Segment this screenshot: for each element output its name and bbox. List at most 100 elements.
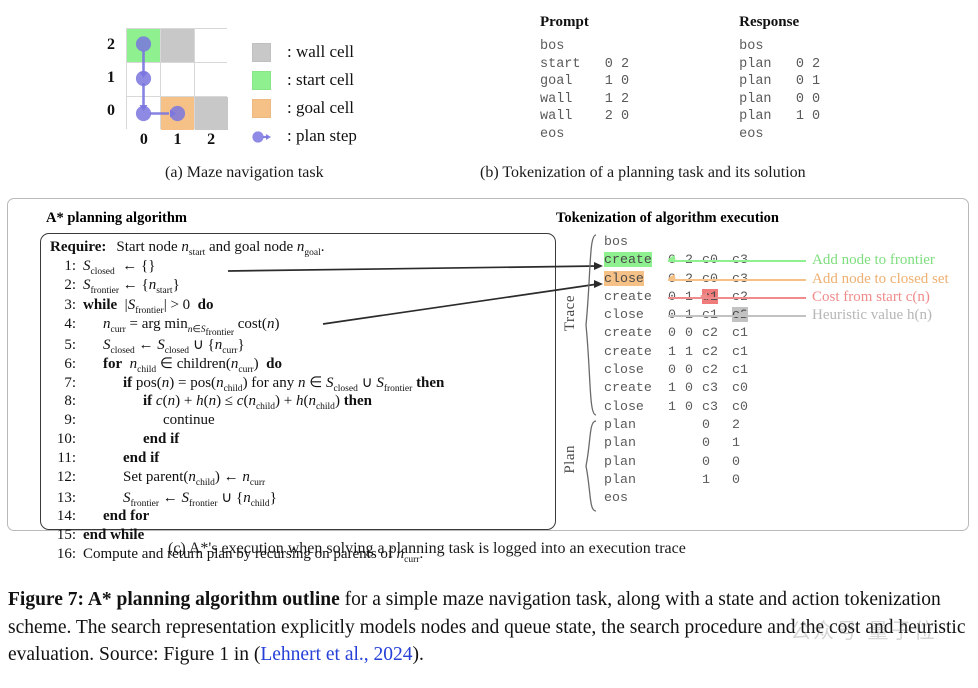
algorithm-line-number: 11: [57, 450, 76, 467]
algorithm-line-number: 15: [56, 526, 76, 543]
plan-token-row: plan 1 0 [604, 471, 964, 489]
legend-item: : plan step [252, 122, 357, 150]
token-op: close [604, 398, 644, 414]
token-arg: 1 [668, 380, 676, 396]
token-arg: c3 [702, 398, 718, 414]
token-arg: c0 [732, 398, 748, 414]
y-tick-label: 0 [107, 102, 115, 119]
token-arg: c2 [702, 343, 718, 359]
prompt-header: Prompt [540, 14, 589, 30]
algorithm-line: 1: Sclosed ← {} [50, 258, 560, 277]
maze-legend: : wall cell : start cell : goal cell : p… [252, 38, 357, 150]
y-tick-label: 2 [107, 36, 115, 53]
trace-token-row: create01c1c2Cost from start c(n) [604, 288, 964, 306]
gray-square-swatch-icon [252, 42, 271, 62]
trace-annotation-label: Heuristic value h(n) [812, 307, 932, 324]
token-op: create [604, 251, 668, 269]
highlighted-token: create [604, 252, 652, 268]
annotation-connector-line [668, 260, 806, 263]
trace-group-label: Trace [562, 295, 578, 332]
algorithm-line-body: Set parent(nchild) ← ncurr [123, 469, 266, 489]
annotation-arrowhead-icon [740, 310, 747, 319]
plan-step-dot [135, 36, 152, 52]
algorithm-line-body: end if [143, 430, 180, 447]
algorithm-line-body: Sclosed ← {} [83, 258, 156, 278]
algorithm-line: 9: continue [50, 412, 560, 431]
algorithm-line: 12: Set parent(nchild) ← ncurr [50, 469, 560, 488]
token-op: create [604, 380, 652, 396]
token-arg: 1 [668, 398, 676, 414]
trace-annotation-label: Add node to frontier [812, 252, 935, 269]
plan-token-row: plan 0 1 [604, 434, 964, 452]
annotation-connector-line [668, 315, 806, 318]
algorithm-line-body: end while [83, 526, 145, 543]
algorithm-line: 6: for nchild ∈ children(ncurr) do [50, 354, 560, 376]
plan-step-dot [135, 105, 152, 122]
algorithm-line-body: Sfrontier ← {nstart} [83, 277, 180, 297]
legend-label: : start cell [287, 70, 355, 89]
algorithm-line-number: 8: [64, 392, 76, 409]
token-arg: 0 [702, 435, 710, 451]
trace-rows-container: bos create02c0c3Add node to frontier close… [604, 233, 964, 507]
algorithm-line: 14: end for [50, 508, 560, 527]
algorithm-line: 11: end if [50, 450, 560, 469]
algorithm-line-number: 10: [56, 430, 76, 447]
trace-token-area: Trace Plan bos create02c0c3Add node to fr… [556, 233, 966, 528]
legend-item: : start cell [252, 66, 357, 94]
maze-x-axis: 0 1 2 [127, 131, 228, 149]
token-op: plan [604, 471, 636, 487]
plan-brace-icon [582, 419, 598, 514]
maze-y-axis: 2 1 0 [100, 28, 122, 127]
plan-group-label: Plan [562, 445, 578, 474]
caption-bold-part: A* planning algorithm outline [87, 589, 340, 610]
maze-navigation-panel: 2 1 0 0 1 2 : wall cell: start cell: g… [100, 18, 430, 158]
algorithm-panel-title: A* planning algorithm [46, 210, 187, 226]
algorithm-line-number: 14: [56, 507, 76, 524]
algorithm-line-number: Require: [50, 239, 107, 255]
trace-annotation-label: Cost from start c(n) [812, 288, 930, 305]
figure-label: Figure 7 [8, 589, 78, 610]
trace-token-row: close01c1c2Heuristic value h(n) [604, 306, 964, 324]
token-arg: 1 [685, 343, 693, 359]
algorithm-line-number: 9: [64, 411, 76, 428]
token-op: create [604, 288, 652, 304]
token-arg: 0 [685, 398, 693, 414]
token-op: plan [604, 435, 636, 451]
algorithm-line: 4: ncurr = arg minn∈Sfrontier cost(n) [50, 316, 560, 338]
token-arg: 0 [685, 362, 693, 378]
token-op: bos [604, 234, 628, 249]
token-arg: 0 [685, 325, 693, 341]
algorithm-line-number: 1: [64, 258, 76, 275]
algorithm-line-body: Sclosed ← Sclosed ∪ {ncurr} [103, 336, 245, 356]
plan-step-dot [135, 70, 152, 87]
prompt-column: Prompt bos start 0 2 goal 1 0 wall 1 2 w… [540, 14, 629, 144]
trace-token-row: close 0 0 c2 c1 [604, 361, 964, 379]
token-arg: c0 [732, 380, 748, 396]
prompt-token-lines: bos start 0 2 goal 1 0 wall 1 2 wall 2 0… [540, 39, 630, 142]
orange-square-swatch-icon [252, 98, 271, 118]
response-column: Response bos plan 0 2 plan 0 1 plan 0 0 … [739, 14, 820, 144]
trace-token-row: create 1 0 c3 c0 [604, 379, 964, 397]
algorithm-line: 13: Sfrontier ← Sfrontier ∪ {nchild} [50, 488, 560, 509]
trace-token-row: create 0 0 c2 c1 [604, 324, 964, 342]
trace-token-row: create02c0c3Add node to frontier [604, 251, 964, 269]
annotation-connector-line [668, 278, 806, 281]
plan-step-dot [169, 105, 186, 122]
response-header: Response [739, 14, 800, 30]
response-token-lines: bos plan 0 2 plan 0 1 plan 0 0 plan 1 0 … [739, 39, 821, 142]
citation-link[interactable]: Lehnert et al., 2024 [260, 644, 412, 665]
green-square-swatch-icon [252, 70, 271, 90]
token-arg: c1 [732, 343, 748, 359]
plan-path-overlay [135, 36, 186, 122]
algorithm-line: 10: end if [50, 431, 560, 450]
algorithm-line-body: if c(n) + h(n) ≤ c(nchild) + h(nchild) t… [143, 392, 373, 412]
token-arg: 0 [668, 362, 676, 378]
subcaption-c: (c) A*'s execution when solving a planni… [168, 540, 686, 557]
token-op: create [604, 343, 652, 359]
token-arg: 0 [702, 416, 710, 432]
token-op: plan [604, 416, 636, 432]
caption-body-2: ). [412, 644, 424, 665]
watermark-text: 公众号 量子位 [790, 619, 937, 643]
token-op: close [604, 307, 644, 323]
algorithm-line-body: for nchild ∈ children(ncurr) do [103, 356, 283, 376]
